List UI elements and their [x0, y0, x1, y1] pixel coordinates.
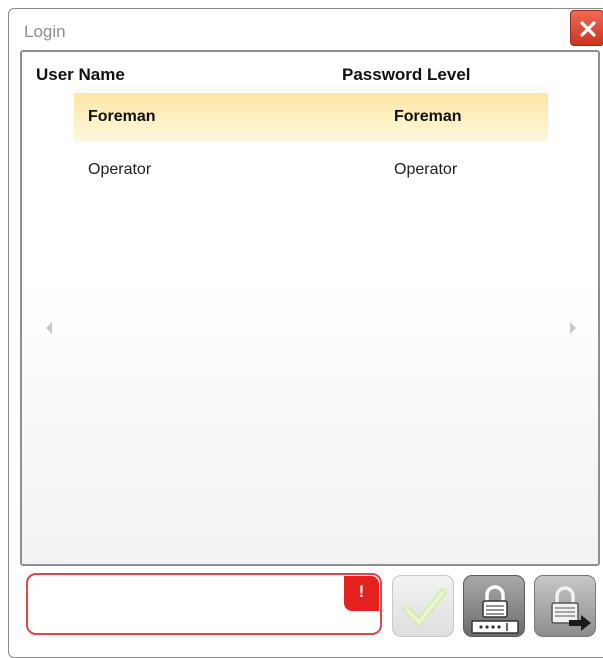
- lock-button[interactable]: [463, 575, 525, 637]
- window-title: Login: [24, 22, 66, 41]
- checkmark-icon: [403, 588, 447, 626]
- user-name-cell: Operator: [88, 161, 152, 178]
- error-icon: !: [358, 582, 365, 601]
- scroll-left-icon[interactable]: [46, 322, 52, 334]
- close-icon: [580, 21, 596, 37]
- close-button[interactable]: [570, 10, 603, 46]
- table-row-operator[interactable]: Operator Operator: [74, 146, 548, 195]
- logout-icon: [551, 586, 591, 631]
- user-name-cell: Foreman: [88, 108, 156, 125]
- password-level-cell: Operator: [394, 161, 458, 178]
- user-grid: User Name Password Level Foreman Foreman…: [20, 50, 600, 566]
- logout-button[interactable]: [534, 575, 596, 637]
- scroll-right-icon[interactable]: [570, 322, 576, 334]
- password-level-cell: Foreman: [394, 108, 462, 125]
- password-input[interactable]: [26, 573, 382, 635]
- error-badge: !: [344, 576, 379, 611]
- column-header-user-name[interactable]: User Name: [36, 65, 125, 85]
- confirm-button[interactable]: [392, 575, 454, 637]
- column-header-password-level[interactable]: Password Level: [342, 65, 471, 85]
- padlock-icon: [471, 585, 519, 634]
- table-row-foreman[interactable]: Foreman Foreman: [74, 93, 548, 142]
